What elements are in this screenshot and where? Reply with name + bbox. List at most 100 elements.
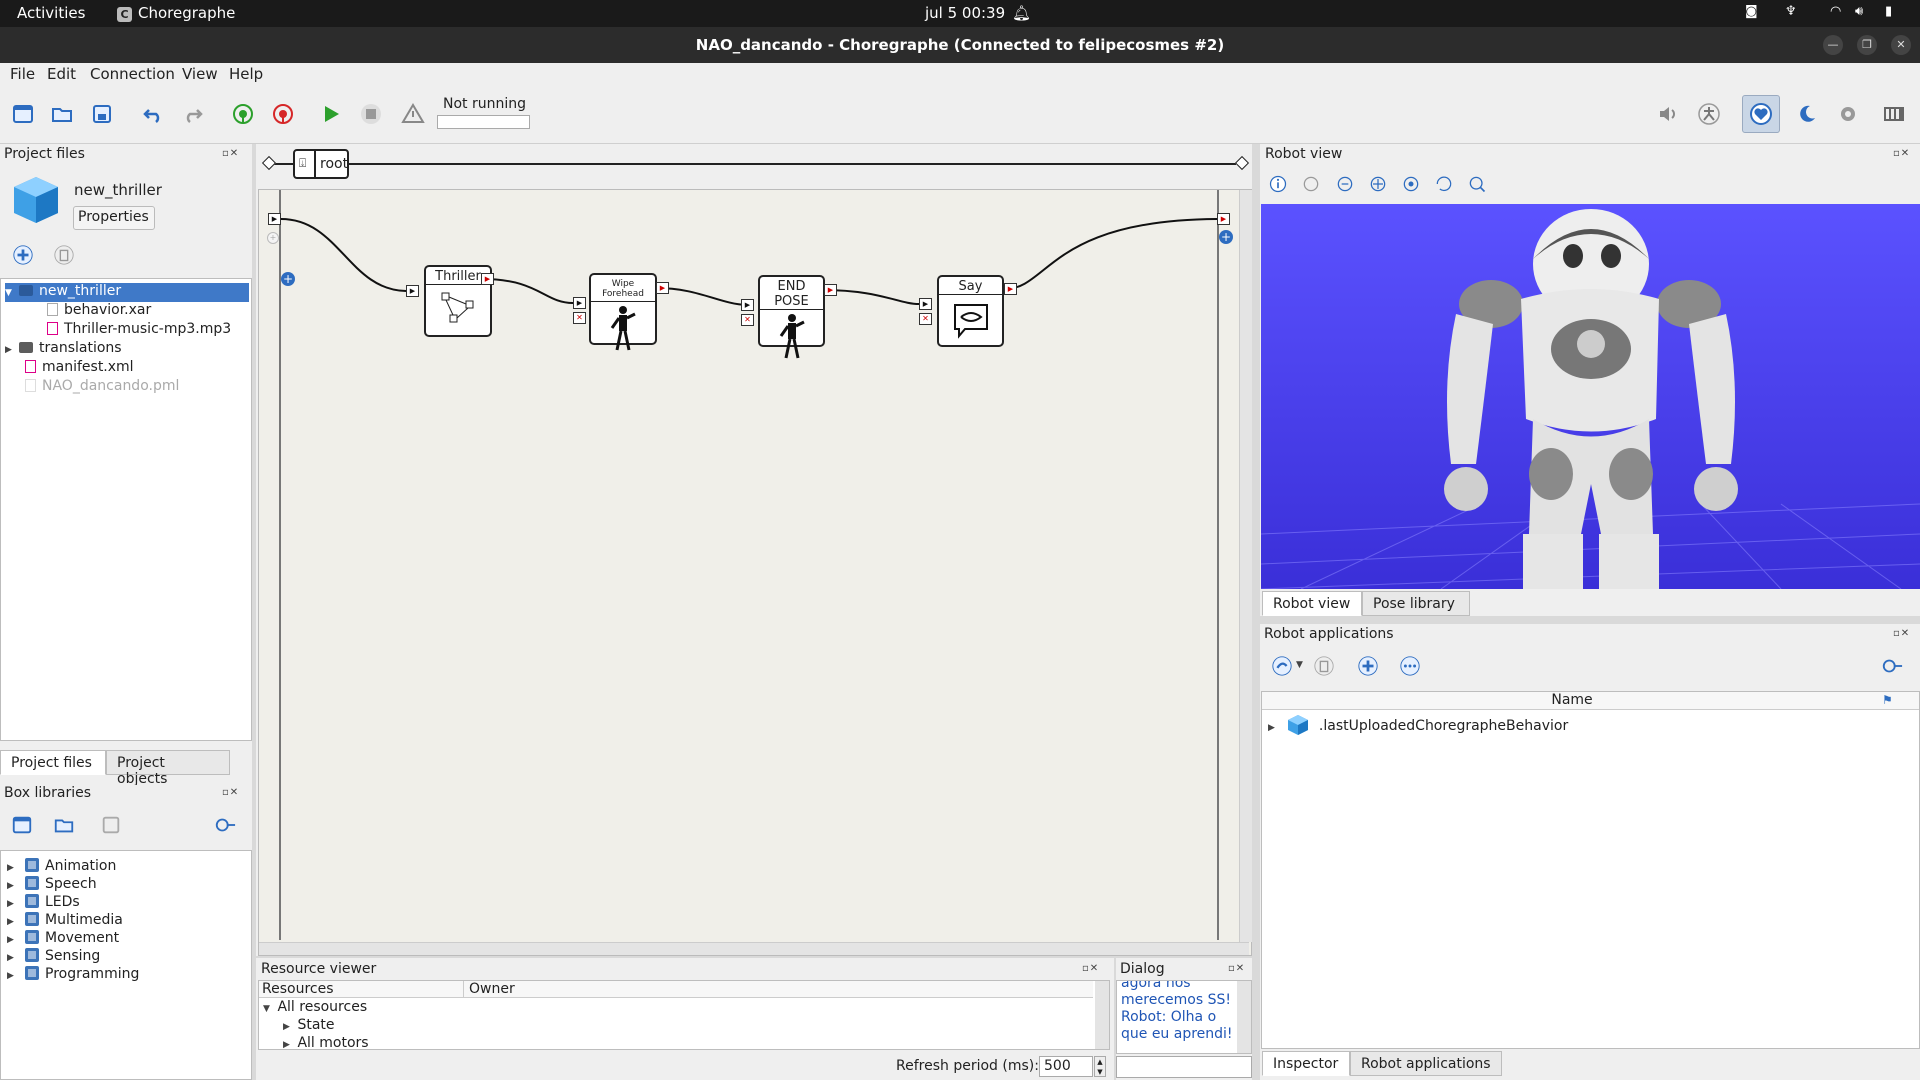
rotate-view-icon[interactable] — [1333, 172, 1357, 196]
library-item-sensing[interactable]: ▶ Sensing — [7, 948, 100, 967]
maximize-icon[interactable]: ❐ — [1857, 35, 1877, 55]
menu-edit[interactable]: Edit — [47, 65, 76, 83]
new-library-icon[interactable] — [10, 813, 34, 837]
wipe-forehead-output[interactable] — [656, 282, 669, 294]
wifi-icon[interactable]: ◠ — [1830, 4, 1841, 19]
minimize-icon[interactable]: — — [1823, 35, 1843, 55]
chevron-down-icon[interactable]: ▼ — [1296, 660, 1303, 670]
volume-icon[interactable]: 🔊︎ — [1855, 4, 1863, 19]
more-options-icon[interactable] — [1398, 654, 1422, 678]
open-project-icon[interactable] — [48, 100, 76, 128]
delete-icon[interactable] — [1312, 654, 1336, 678]
thriller-input[interactable] — [406, 285, 419, 297]
menu-help[interactable]: Help — [229, 65, 263, 83]
end-pose-output[interactable] — [824, 284, 837, 296]
dock-controls[interactable]: ▫✕ — [222, 148, 239, 159]
play-icon[interactable] — [317, 100, 345, 128]
say-stop[interactable]: ✕ — [919, 313, 932, 325]
menu-file[interactable]: File — [10, 65, 35, 83]
tab-project-files[interactable]: Project files — [0, 750, 106, 775]
zoom-fit-icon[interactable] — [1465, 172, 1489, 196]
column-name[interactable]: Name — [1262, 692, 1882, 708]
open-library-icon[interactable] — [52, 813, 76, 837]
tree-item-manifest[interactable]: manifest.xml — [25, 359, 134, 378]
delete-icon[interactable] — [52, 243, 76, 267]
table-row[interactable]: ▶ All motors — [283, 1035, 369, 1049]
app-menu[interactable]: C Choregraphe — [117, 4, 235, 22]
save-library-icon[interactable] — [99, 813, 123, 837]
pan-view-icon[interactable] — [1366, 172, 1390, 196]
menu-view[interactable]: View — [182, 65, 218, 83]
end-pose-input[interactable] — [741, 299, 754, 311]
menu-connection[interactable]: Connection — [90, 65, 175, 83]
discord-icon[interactable]: ◙ — [1745, 4, 1758, 19]
library-item-multimedia[interactable]: ▶ Multimedia — [7, 912, 123, 931]
vertical-scrollbar[interactable] — [1237, 981, 1251, 1053]
add-input-icon[interactable]: + — [267, 232, 279, 244]
tree-item-music-file[interactable]: Thriller-music-mp3.mp3 — [47, 321, 231, 340]
flow-box-wipe-forehead[interactable]: Wipe Forehead — [589, 273, 657, 351]
library-item-speech[interactable]: ▶ Speech — [7, 876, 97, 895]
list-item[interactable]: ▶ .lastUploadedChoregrapheBehavior — [1268, 714, 1568, 736]
flow-canvas[interactable]: + + + Thriller Wipe Forehead ✕ END POSE … — [258, 189, 1252, 956]
library-item-animation[interactable]: ▶ Animation — [7, 858, 116, 877]
view-icon[interactable] — [1299, 172, 1323, 196]
add-icon[interactable] — [11, 243, 35, 267]
search-icon[interactable] — [213, 813, 237, 837]
dock-controls[interactable]: ▫✕ — [1228, 963, 1245, 974]
tree-item-pml[interactable]: NAO_dancando.pml — [25, 378, 179, 397]
tab-robot-applications[interactable]: Robot applications — [1350, 1051, 1502, 1076]
table-row[interactable]: ▼ All resources — [263, 999, 367, 1018]
say-input[interactable] — [919, 298, 932, 310]
rest-icon[interactable] — [1793, 100, 1821, 128]
dock-controls[interactable]: ▫✕ — [222, 787, 239, 798]
robot-stiffness-icon[interactable] — [1695, 100, 1723, 128]
battery-icon[interactable]: ▮ — [1885, 4, 1892, 19]
robot-3d-viewport[interactable] — [1261, 204, 1920, 589]
dock-controls[interactable]: ▫✕ — [1082, 963, 1099, 974]
add-icon[interactable] — [1356, 654, 1380, 678]
save-project-icon[interactable] — [88, 100, 116, 128]
column-owner[interactable]: Owner — [469, 981, 515, 997]
thriller-output[interactable] — [481, 273, 494, 285]
volume-icon[interactable] — [1654, 100, 1682, 128]
library-item-movement[interactable]: ▶ Movement — [7, 930, 119, 949]
disconnect-icon[interactable] — [269, 100, 297, 128]
tab-project-objects[interactable]: Project objects — [106, 750, 230, 787]
refresh-period-stepper[interactable]: ▲ ▼ — [1094, 1056, 1106, 1077]
settings-gear-icon[interactable] — [1834, 100, 1862, 128]
tree-item-behavior-file[interactable]: behavior.xar — [47, 302, 151, 321]
vertical-scrollbar[interactable] — [1239, 190, 1252, 942]
library-item-leds[interactable]: ▶ LEDs — [7, 894, 80, 913]
dialog-input[interactable] — [1116, 1056, 1252, 1078]
tab-inspector[interactable]: Inspector — [1262, 1051, 1350, 1076]
sort-icon[interactable]: ⚑ — [1882, 693, 1893, 707]
redo-icon[interactable] — [179, 100, 207, 128]
new-project-icon[interactable] — [9, 100, 37, 128]
warning-icon[interactable] — [399, 100, 427, 128]
connect-icon[interactable] — [229, 100, 257, 128]
activities-button[interactable]: Activities — [17, 4, 85, 22]
behavior-start-input[interactable] — [268, 213, 281, 225]
tab-pose-library[interactable]: Pose library — [1362, 591, 1470, 616]
reset-view-icon[interactable] — [1432, 172, 1456, 196]
stop-icon[interactable] — [357, 100, 385, 128]
horizontal-scrollbar[interactable] — [259, 942, 1249, 955]
dock-controls[interactable]: ▫✕ — [1893, 148, 1910, 159]
close-icon[interactable]: ✕ — [1891, 35, 1911, 55]
wipe-forehead-stop[interactable]: ✕ — [573, 312, 586, 324]
dock-controls[interactable]: ▫✕ — [1893, 628, 1910, 639]
zoom-view-icon[interactable] — [1399, 172, 1423, 196]
tree-item-translations[interactable]: ▶ translations — [5, 340, 122, 359]
undo-icon[interactable] — [139, 100, 167, 128]
library-item-programming[interactable]: ▶ Programming — [7, 966, 139, 985]
info-icon[interactable] — [1266, 172, 1290, 196]
say-output[interactable] — [1004, 283, 1017, 295]
tab-robot-view[interactable]: Robot view — [1262, 591, 1362, 616]
tree-item-project[interactable]: ▼ new_thriller — [5, 283, 249, 302]
flow-box-end-pose[interactable]: END POSE — [758, 275, 825, 359]
end-pose-stop[interactable]: ✕ — [741, 314, 754, 326]
add-input-icon[interactable]: + — [281, 272, 295, 286]
autonomous-life-icon[interactable] — [1747, 100, 1775, 128]
vertical-scrollbar[interactable] — [1095, 981, 1109, 1049]
